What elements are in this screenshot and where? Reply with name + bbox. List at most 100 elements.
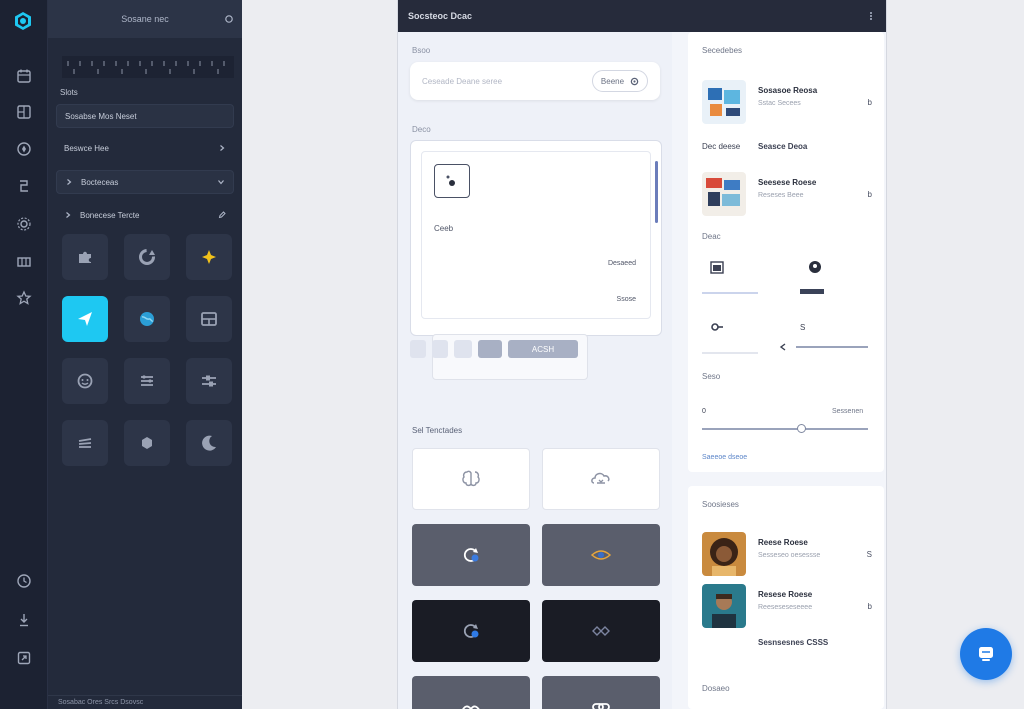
panel-row-4[interactable]: Bonecese Tercte (56, 203, 234, 227)
settings-icon (630, 77, 639, 85)
puzzle-icon (79, 251, 91, 263)
collaborator-1-action[interactable]: S (867, 550, 872, 559)
style-tile-2[interactable] (542, 448, 660, 510)
panel-row-1[interactable]: Sosabse Mos Neset (56, 104, 234, 128)
compass-icon[interactable] (14, 139, 34, 159)
settings-label: Deac (702, 232, 721, 241)
url-input[interactable]: Ceseade Deane seree (422, 77, 502, 86)
asset-item-2[interactable]: Seesese Roese Reseses Beee b (702, 172, 872, 218)
url-submit-button[interactable]: Beene (592, 70, 648, 92)
panel-row-2[interactable]: Beswce Hee (56, 136, 234, 160)
spark-icon (202, 250, 216, 264)
opacity-slider-track[interactable] (796, 346, 868, 348)
style-tile-7[interactable] (412, 676, 530, 709)
asset-item-2-action[interactable]: b (868, 190, 872, 199)
style-tile-4[interactable] (542, 524, 660, 586)
chat-icon (979, 647, 993, 661)
chevron-right-icon (220, 145, 225, 151)
eye-icon (590, 550, 612, 560)
tool-globe[interactable] (124, 296, 170, 342)
style-tile-6[interactable] (542, 600, 660, 662)
tool-face[interactable] (62, 358, 108, 404)
control-2[interactable] (800, 260, 860, 294)
style-tile-3[interactable] (412, 524, 530, 586)
wave-icon (462, 705, 480, 709)
calendar-small-icon (710, 261, 724, 274)
chip-small-1[interactable] (410, 340, 426, 358)
collaborator-2-action[interactable]: b (868, 602, 872, 611)
url-input-card[interactable]: Ceseade Deane seree Beene (410, 62, 660, 100)
tool-refresh[interactable] (124, 234, 170, 280)
panel-row-3[interactable]: Bocteceas (56, 170, 234, 194)
tool-moon[interactable] (186, 420, 232, 466)
clock-icon[interactable] (14, 571, 34, 591)
upload-dropzone[interactable]: Ceeb Desaeed Ssose (410, 140, 662, 336)
star-icon[interactable] (14, 288, 34, 308)
style-tile-8[interactable] (542, 676, 660, 709)
asset-divider-right: Seasce Deoa (758, 142, 808, 151)
control-3[interactable] (702, 320, 762, 354)
moon-icon (202, 435, 216, 451)
asset-item-1-action[interactable]: b (868, 98, 872, 107)
panel-title: Sosane nec (121, 14, 169, 24)
tool-star[interactable] (186, 234, 232, 280)
table-icon[interactable] (14, 252, 34, 272)
sliders-icon[interactable] (14, 176, 34, 196)
tools-panel: Sosane nec Slots Sosabse Mos Neset Beswc… (48, 0, 242, 709)
more-icon[interactable] (224, 14, 234, 24)
export-icon[interactable] (14, 648, 34, 668)
key-icon (711, 323, 723, 331)
gear-icon[interactable] (14, 214, 34, 234)
tool-adjust[interactable] (186, 358, 232, 404)
tool-puzzle[interactable] (62, 234, 108, 280)
link-icon (592, 703, 610, 709)
edit-icon[interactable] (218, 211, 226, 219)
panel-row-3-label: Bocteceas (81, 177, 119, 187)
size-slider-track[interactable] (702, 428, 868, 430)
more-link[interactable]: Saeeoe dseoe (702, 454, 747, 461)
tool-list[interactable] (124, 358, 170, 404)
format-chip-row: ACSH (410, 334, 590, 380)
chat-fab-button[interactable] (960, 628, 1012, 680)
url-submit-label: Beene (600, 76, 625, 86)
style-tile-5[interactable] (412, 600, 530, 662)
logo-icon (15, 12, 31, 30)
asset-item-1[interactable]: Sosasoe Reosa Sstac Secees b (702, 80, 872, 126)
image-placeholder-icon (434, 164, 470, 198)
control-1[interactable] (702, 260, 762, 294)
window-title: Socsteoc Dcac (408, 11, 473, 21)
collaborators-footer-label: Dosaeo (702, 684, 730, 693)
chevron-down-icon (218, 180, 224, 185)
style-tile-1[interactable] (412, 448, 530, 510)
tool-send[interactable] (62, 296, 108, 342)
adjust-icon (202, 375, 216, 387)
collaborator-2[interactable]: Resese Roese Reeseseseseeee b (702, 584, 872, 630)
size-min: 0 (702, 408, 706, 415)
kebab-menu-icon[interactable] (866, 11, 876, 21)
control-3-bar (702, 352, 758, 354)
asset-divider-left: Dec deese (702, 142, 741, 151)
tool-layers[interactable] (62, 420, 108, 466)
tool-grid[interactable] (186, 296, 232, 342)
chip-small-3[interactable] (454, 340, 472, 358)
size-label: Seso (702, 372, 721, 381)
chip-label[interactable]: ACSH (508, 340, 578, 358)
layers-icon (78, 438, 92, 448)
collaborator-2-role: Reeseseseseeee (758, 604, 813, 611)
collaborators-card: Soosieses Reese Roese Sesseseo oesessse … (688, 486, 884, 709)
control-2-bar (800, 289, 824, 294)
chip-small-2[interactable] (432, 340, 448, 358)
face-icon (77, 373, 93, 389)
styles-section-label: Sel Tenctades (412, 426, 463, 435)
size-slider-thumb[interactable] (797, 424, 807, 433)
download-icon[interactable] (14, 610, 34, 630)
avatar (702, 584, 746, 628)
upload-section-label: Deco (412, 125, 431, 134)
calendar-icon[interactable] (14, 66, 34, 86)
collaborator-1[interactable]: Reese Roese Sesseseo oesessse S (702, 532, 872, 578)
arrow-left-icon[interactable] (778, 342, 788, 352)
dropzone-scrollbar[interactable] (655, 161, 658, 223)
chip-selected[interactable] (478, 340, 502, 358)
tool-hexagon[interactable] (124, 420, 170, 466)
layout-icon[interactable] (14, 102, 34, 122)
